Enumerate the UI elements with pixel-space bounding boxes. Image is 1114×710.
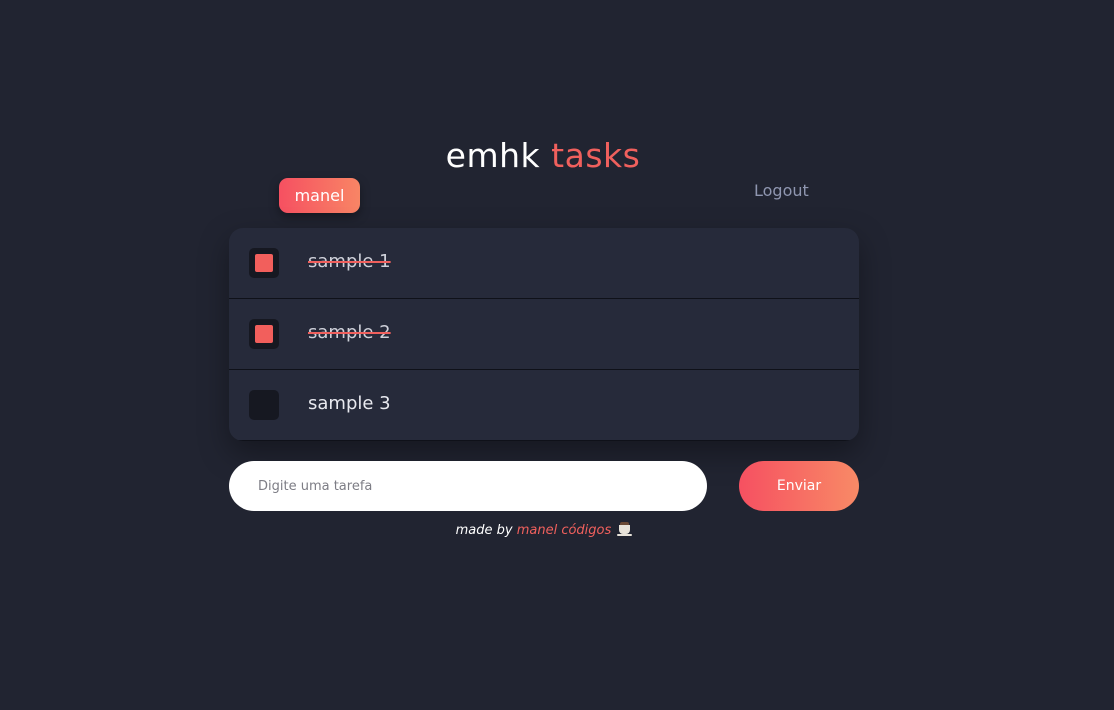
task-item: sample 3	[229, 370, 859, 441]
app-title: emhk tasks	[0, 136, 1086, 175]
task-label: sample 3	[308, 393, 391, 414]
task-input-wrapper	[229, 461, 707, 511]
task-label: sample 1	[308, 251, 391, 272]
task-checkbox[interactable]	[249, 319, 279, 349]
task-checkbox[interactable]	[249, 248, 279, 278]
footer-prefix: made by	[455, 523, 513, 538]
app-title-accent: tasks	[551, 136, 641, 175]
logout-link[interactable]: Logout	[754, 180, 809, 202]
footer-author-link[interactable]: manel códigos	[517, 523, 612, 538]
send-button[interactable]: Enviar	[739, 461, 859, 511]
task-input[interactable]	[258, 461, 698, 511]
checkbox-fill	[255, 254, 273, 272]
user-badge: manel	[279, 178, 360, 213]
task-item: sample 2	[229, 299, 859, 370]
task-list: sample 1 sample 2 sample 3	[229, 228, 859, 441]
task-checkbox[interactable]	[249, 390, 279, 420]
coffee-icon	[617, 522, 633, 536]
checkbox-fill	[255, 325, 273, 343]
footer-credit: made by manel códigos	[0, 521, 1086, 541]
task-item: sample 1	[229, 228, 859, 299]
app-title-main: emhk	[445, 136, 541, 175]
task-label: sample 2	[308, 322, 391, 343]
